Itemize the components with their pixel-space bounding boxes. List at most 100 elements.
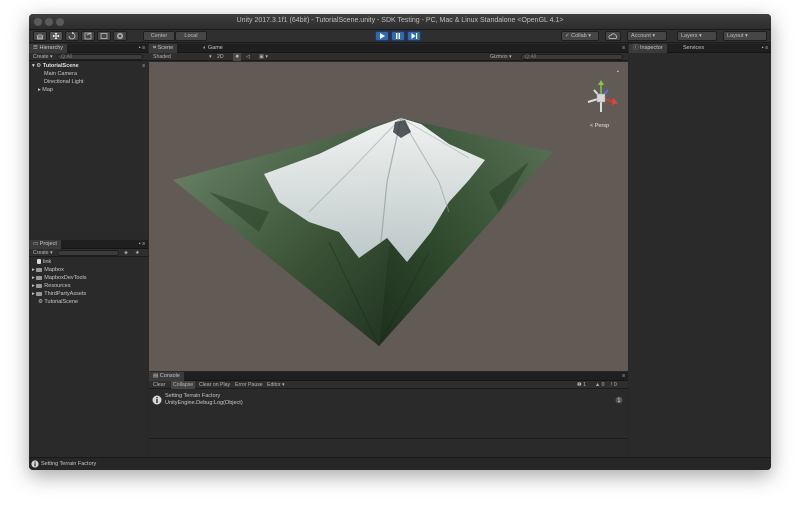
console-collapse-button[interactable]: Collapse	[171, 381, 196, 389]
shading-mode-dropdown[interactable]: Shaded	[153, 53, 171, 61]
panel-menu-icon[interactable]: ▪ ≡	[139, 44, 145, 53]
tab-inspector[interactable]: ⓘ Inspector	[629, 44, 667, 53]
project-item-link[interactable]: link	[37, 258, 51, 266]
scale-tool-button[interactable]	[81, 31, 95, 41]
console-clear-on-play-button[interactable]: Clear on Play	[199, 381, 230, 389]
console-warning-filter[interactable]: ▲ 0	[595, 381, 604, 389]
inspector-tab-label: Inspector	[640, 45, 663, 51]
account-dropdown[interactable]: Account ▾	[627, 31, 667, 41]
cloud-button[interactable]	[605, 31, 621, 41]
console-editor-dropdown[interactable]: Editor ▾	[267, 381, 285, 389]
tab-console[interactable]: ▤ Console	[149, 372, 184, 381]
collab-dropdown[interactable]: ✓ Collab ▾	[561, 31, 599, 41]
step-button[interactable]	[407, 31, 421, 41]
scene-options-icon[interactable]: ≡	[142, 62, 145, 70]
mapboxdevtools-label: MapboxDevTools	[44, 275, 87, 281]
step-icon	[411, 33, 418, 39]
hierarchy-tab-label: Hierarchy	[39, 45, 64, 51]
hierarchy-item-main-camera[interactable]: Main Camera	[44, 70, 77, 78]
terrain-render	[173, 117, 553, 347]
folder-icon	[36, 283, 43, 288]
project-menu-icon[interactable]: ▪ ≡	[139, 240, 145, 249]
audio-toggle-icon[interactable]: ◁	[246, 53, 250, 61]
pivot-local-toggle[interactable]: Local	[175, 31, 207, 41]
lock-icon[interactable]: ▪	[617, 68, 619, 76]
project-create-button[interactable]: Create ▾	[33, 249, 53, 257]
console-error-pause-button[interactable]: Error Pause	[235, 381, 263, 389]
console-panel-header: ▤ Console ≡ Clear Collapse Clear on Play…	[149, 372, 628, 390]
project-create-label: Create	[33, 250, 49, 256]
scale-icon	[84, 32, 92, 40]
hierarchy-item-directional-light[interactable]: Directional Light	[44, 78, 83, 86]
tab-project[interactable]: ▭ Project	[29, 240, 61, 249]
favorites-star-icon[interactable]: ★	[135, 249, 140, 257]
project-item-mapboxdevtools[interactable]: ▸ MapboxDevTools	[32, 274, 86, 282]
file-icon	[37, 259, 41, 265]
hierarchy-search-input[interactable]: Q:All	[57, 54, 143, 60]
scene-menu-icon[interactable]: ≡	[622, 44, 625, 53]
rect-tool-button[interactable]	[97, 31, 111, 41]
info-icon	[152, 395, 162, 405]
shading-caret-icon: ▾	[209, 54, 212, 60]
console-log-entry[interactable]: Setting Terrain Factory UnityEngine.Debu…	[149, 392, 628, 409]
console-error-filter[interactable]: ! 0	[611, 381, 617, 389]
filter-by-type-icon[interactable]: ◈	[124, 249, 128, 257]
transform-tool-button[interactable]	[113, 31, 127, 41]
tab-services[interactable]: Services	[679, 44, 708, 53]
status-message[interactable]: Setting Terrain Factory	[41, 460, 96, 469]
scene-view[interactable]: ▪ < Persp	[149, 62, 628, 371]
project-item-thirdpartyassets[interactable]: ▸ ThirdPartyAssets	[32, 290, 86, 298]
title-bar: Unity 2017.3.1f1 (64bit) - TutorialScene…	[29, 14, 771, 30]
project-panel: ▭ Project ▪ ≡ Create ▾ ◈ ★ link ▸ Mapbox…	[29, 240, 148, 457]
project-search-input[interactable]	[57, 250, 119, 256]
layers-dropdown[interactable]: Layers ▾	[677, 31, 717, 41]
rotate-tool-button[interactable]	[65, 31, 79, 41]
play-button[interactable]	[375, 31, 389, 41]
layout-label: Layout	[727, 33, 744, 39]
scene-search-placeholder: Q:All	[525, 54, 537, 60]
console-menu-icon[interactable]: ≡	[622, 372, 625, 381]
pivot-center-toggle[interactable]: Center	[143, 31, 175, 41]
window-title: Unity 2017.3.1f1 (64bit) - TutorialScene…	[236, 17, 564, 24]
mode-2d-toggle[interactable]: 2D	[217, 53, 224, 61]
hierarchy-create-button[interactable]: Create ▾	[33, 53, 53, 61]
project-item-mapbox[interactable]: ▸ Mapbox	[32, 266, 64, 274]
hierarchy-item-map[interactable]: ▸ Map	[38, 86, 53, 94]
scene-root-row[interactable]: ▾ ⚙ TutorialScene	[32, 62, 79, 70]
console-divider	[149, 438, 628, 439]
scene-orientation-gizmo-icon[interactable]	[584, 80, 618, 116]
lighting-toggle[interactable]: ✸	[233, 53, 242, 61]
collab-label: Collab	[571, 33, 587, 39]
persp-label[interactable]: < Persp	[590, 122, 609, 130]
console-clear-button[interactable]: Clear	[153, 381, 165, 389]
scene-tabstrip: ⌗ Scene ◐ Game ≡	[149, 44, 628, 53]
pause-button[interactable]	[391, 31, 405, 41]
effects-dropdown-icon[interactable]: ▣ ▾	[259, 53, 268, 61]
scene-subbar: Shaded ▾ 2D ✸ ◁ ▣ ▾ Gizmos ▾ Q:All	[149, 53, 628, 61]
map-label: Map	[42, 87, 53, 93]
tab-game[interactable]: ◐ Game	[199, 44, 227, 53]
triangle-right-icon: ▸	[32, 267, 35, 273]
rotate-icon	[68, 31, 76, 40]
tab-scene[interactable]: ⌗ Scene	[149, 44, 178, 53]
unity-scene-icon: ⚙	[36, 63, 42, 69]
project-item-tutorialscene[interactable]: ⚙ TutorialScene	[38, 298, 78, 306]
main-toolbar: Center Local ✓ Collab ▾ Account ▾ Layers…	[29, 30, 771, 43]
scene-search-input[interactable]: Q:All	[521, 54, 623, 60]
console-tabstrip: ▤ Console ≡	[149, 372, 628, 381]
space-label: Local	[184, 33, 198, 39]
project-item-resources[interactable]: ▸ Resources	[32, 282, 71, 290]
inspector-tabstrip: ⓘ Inspector Services ▪ ≡	[629, 44, 771, 53]
hand-tool-button[interactable]	[33, 31, 47, 41]
console-info-filter[interactable]: ❶ 1	[577, 381, 586, 389]
game-tab-label: Game	[207, 45, 223, 51]
layout-dropdown[interactable]: Layout ▾	[723, 31, 767, 41]
triangle-right-icon: ▸	[32, 275, 35, 281]
gizmos-dropdown[interactable]: Gizmos ▾	[490, 53, 512, 61]
resources-label: Resources	[44, 283, 71, 289]
tab-hierarchy[interactable]: ☰ Hierarchy	[29, 44, 68, 53]
move-tool-button[interactable]	[49, 31, 63, 41]
link-label: link	[43, 259, 52, 265]
inspector-menu-icon[interactable]: ▪ ≡	[762, 44, 768, 53]
folder-icon	[36, 291, 43, 296]
